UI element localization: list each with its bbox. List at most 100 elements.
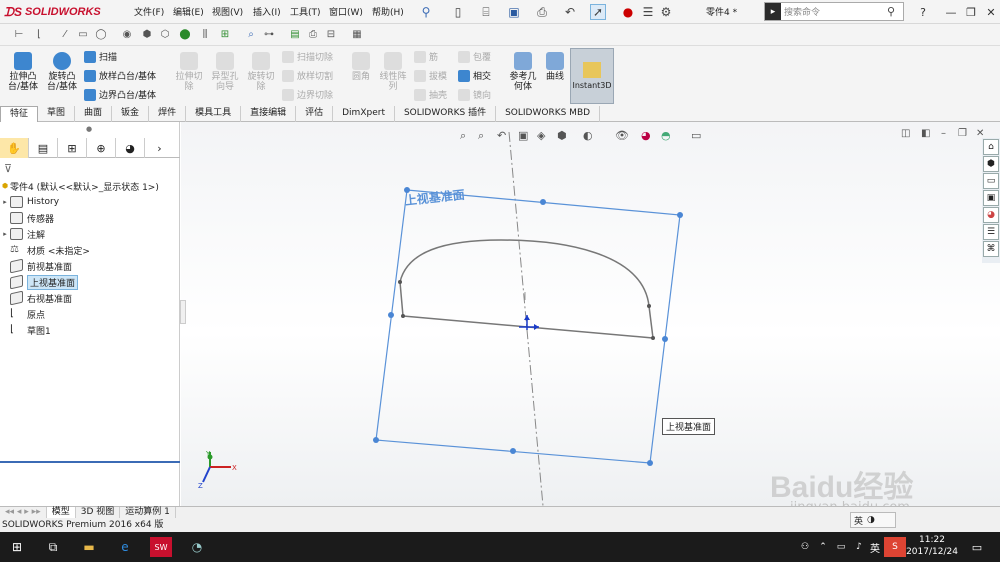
tab-direct-editing[interactable]: 直接编辑	[241, 106, 297, 122]
sheet-icon[interactable]: ▤	[288, 27, 302, 41]
zoom-icon[interactable]: ⌕	[244, 27, 258, 41]
appearances-icon[interactable]: ◕	[983, 207, 999, 223]
pattern-icon[interactable]: ⫼	[198, 27, 212, 41]
panel-splitter-handle[interactable]	[180, 300, 186, 324]
tree-item-right-plane[interactable]: 右视基准面	[0, 290, 180, 306]
tab-motion-study[interactable]: 运动算例 1	[120, 507, 176, 518]
tree-item-sketch1[interactable]: ⌊ 草图1	[0, 322, 180, 338]
plane-handle[interactable]	[373, 437, 379, 443]
taskbar-clock[interactable]: 11:22 2017/12/24	[902, 534, 962, 558]
minimize-button[interactable]: —	[942, 3, 960, 21]
shell-button[interactable]: 抽壳	[414, 88, 447, 101]
tab-features[interactable]: 特征	[0, 106, 39, 122]
solidworks-logo[interactable]: ᗪS SOLIDWORKS	[4, 4, 114, 20]
tree-item-top-plane[interactable]: 上视基准面	[0, 274, 180, 290]
line-icon[interactable]: ⁄	[58, 27, 72, 41]
binoculars-icon[interactable]: ⊶	[262, 27, 276, 41]
relations-icon[interactable]: ⊞	[218, 27, 232, 41]
sweep-button[interactable]: 扫描	[84, 50, 117, 63]
pin-icon[interactable]: ⚲	[418, 4, 434, 20]
boundary-cut-button[interactable]: 边界切除	[282, 88, 333, 101]
linear-pattern-button[interactable]: 线性阵 列	[376, 52, 410, 92]
tab-weldments[interactable]: 焊件	[149, 106, 187, 122]
intersect-button[interactable]: 相交	[458, 69, 491, 82]
sketch-point[interactable]	[647, 304, 651, 308]
zoom-to-fit-icon[interactable]: ⌕	[460, 129, 466, 142]
draft-button[interactable]: 拔模	[414, 69, 447, 82]
tab-mbd[interactable]: SOLIDWORKS MBD	[496, 106, 601, 122]
search-commands-box[interactable]: ▸ 搜索命令 ⚲	[764, 2, 904, 21]
tree-item-annotations[interactable]: ▸ 注解	[0, 226, 180, 242]
view-tile-icon[interactable]: ◫	[901, 128, 910, 139]
extrude-boss-button[interactable]: 拉伸凸 台/基体	[6, 52, 40, 92]
dimxpert-tab-icon[interactable]: ⊕	[87, 138, 116, 158]
ime-indicator[interactable]: 英 ◑	[850, 512, 896, 528]
view-orientation-icon[interactable]: ⬢	[557, 129, 567, 142]
plane-handle[interactable]	[647, 460, 653, 466]
menu-file[interactable]: 文件(F)	[134, 5, 164, 18]
wrap-button[interactable]: 包覆	[458, 50, 491, 63]
task-view-icon[interactable]: ⧉	[42, 537, 64, 557]
scene-icon[interactable]: ◓	[661, 129, 671, 142]
open-folder-icon[interactable]: ⌸	[478, 4, 494, 20]
tree-item-material[interactable]: ⚖ 材质 <未指定>	[0, 242, 180, 258]
tree-item-sensors[interactable]: 传感器	[0, 210, 180, 226]
panel-expand-chevron-icon[interactable]: ›	[145, 138, 174, 158]
circle-icon[interactable]: ◯	[94, 27, 108, 41]
file-properties-icon[interactable]: ☰	[640, 4, 656, 20]
mirror-button[interactable]: 镜向	[458, 88, 491, 101]
display-style-icon[interactable]: ◉	[120, 27, 134, 41]
app-taskbar-icon[interactable]: ◔	[186, 537, 208, 557]
display-manager-tab-icon[interactable]: ◕	[116, 138, 145, 158]
hide-show-icon[interactable]: 👁	[615, 129, 629, 142]
zoom-area-icon[interactable]: ⌕	[478, 129, 484, 142]
tab-evaluate[interactable]: 评估	[296, 106, 334, 122]
boundary-boss-button[interactable]: 边界凸台/基体	[84, 88, 156, 101]
curves-button[interactable]: 曲线	[542, 52, 568, 82]
revolve-boss-button[interactable]: 旋转凸 台/基体	[45, 52, 79, 92]
tab-3d-views[interactable]: 3D 视图	[76, 507, 121, 518]
hole-wizard-button[interactable]: 异型孔 向导	[208, 52, 242, 92]
location-pin-icon[interactable]: ⬤	[178, 27, 192, 41]
options-gear-icon[interactable]: ⚙	[658, 4, 674, 20]
menu-view[interactable]: 视图(V)	[212, 5, 243, 18]
plane-handle[interactable]	[677, 212, 683, 218]
tab-sheet-metal[interactable]: 钣金	[112, 106, 150, 122]
print-preview-icon[interactable]: ⎙	[306, 27, 320, 41]
custom-properties-icon[interactable]: ☰	[983, 224, 999, 240]
search-input[interactable]: 搜索命令	[781, 5, 887, 18]
document-icon[interactable]: ▦	[350, 27, 364, 41]
property-manager-tab-icon[interactable]: ▤	[29, 138, 58, 158]
menu-insert[interactable]: 插入(I)	[253, 5, 281, 18]
design-library-icon[interactable]: ⬢	[983, 156, 999, 172]
forum-icon[interactable]: ⌘	[983, 241, 999, 257]
display-style-icon[interactable]: ◐	[583, 129, 593, 142]
previous-view-icon[interactable]: ↶	[497, 129, 506, 142]
tab-addins[interactable]: SOLIDWORKS 插件	[395, 106, 497, 122]
plane-handle[interactable]	[662, 336, 668, 342]
tab-mold-tools[interactable]: 模具工具	[186, 106, 242, 122]
menu-edit[interactable]: 编辑(E)	[173, 5, 204, 18]
reference-geometry-button[interactable]: 参考几 何体	[506, 52, 540, 92]
loft-boss-button[interactable]: 放样凸台/基体	[84, 69, 156, 82]
sketch-point[interactable]	[398, 280, 402, 284]
menu-help[interactable]: 帮助(H)	[372, 5, 404, 18]
fillet-button[interactable]: 圆角	[348, 52, 374, 82]
home-icon[interactable]: ⌂	[983, 139, 999, 155]
view-split-icon[interactable]: ◧	[921, 128, 930, 139]
new-document-icon[interactable]: ▯	[450, 4, 466, 20]
view-settings-icon[interactable]: ▭	[691, 129, 701, 142]
file-explorer-icon[interactable]: ▭	[983, 173, 999, 189]
publish-icon[interactable]: ⊟	[324, 27, 338, 41]
configuration-tab-icon[interactable]: ⊞	[58, 138, 87, 158]
edge-browser-icon[interactable]: e	[114, 537, 136, 557]
solidworks-taskbar-icon[interactable]: SW	[150, 537, 172, 557]
plane-handle[interactable]	[388, 312, 394, 318]
search-icon[interactable]: ⚲	[887, 5, 903, 18]
rebuild-icon[interactable]: ●	[620, 4, 636, 20]
sketch-icon[interactable]: ⌊	[32, 27, 46, 41]
plane-handle[interactable]	[540, 199, 546, 205]
filter-icon[interactable]: ⊽	[4, 162, 12, 175]
rectangle-icon[interactable]: ▭	[76, 27, 90, 41]
revolve-cut-button[interactable]: 旋转切 除	[244, 52, 278, 92]
